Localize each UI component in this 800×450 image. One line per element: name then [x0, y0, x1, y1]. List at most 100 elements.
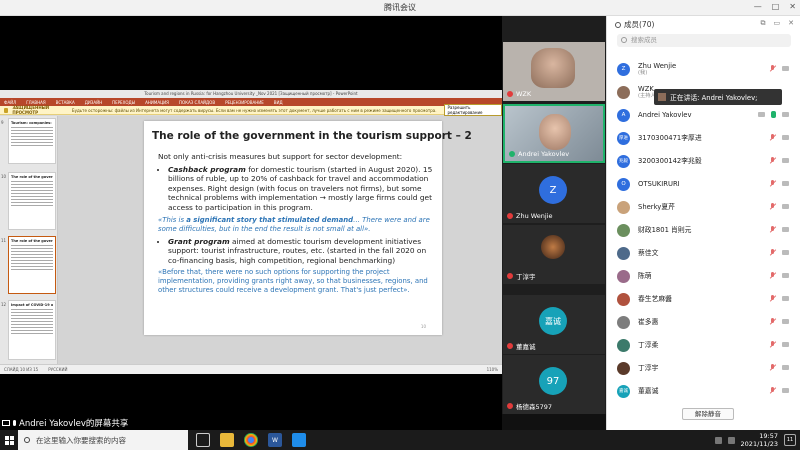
- speaking-text: 正在讲话: Andrei Yakovlev;: [670, 94, 758, 102]
- panel-controls: ⧉ ▭ ✕: [761, 19, 795, 28]
- ppt-tab[interactable]: АНИМАЦИЯ: [145, 100, 169, 105]
- clock-time: 19:57: [759, 432, 778, 440]
- member-row[interactable]: O OTSUKIRURI: [617, 174, 793, 194]
- mic-muted-icon[interactable]: [769, 272, 776, 279]
- notification-center-icon[interactable]: 11: [784, 434, 796, 446]
- camera-icon[interactable]: [758, 112, 765, 117]
- video-icon[interactable]: [782, 112, 789, 117]
- camera-icon[interactable]: [782, 365, 789, 370]
- member-row[interactable]: 春生艺麻醬: [617, 289, 793, 309]
- minimize-button[interactable]: —: [754, 2, 762, 11]
- ppt-tab[interactable]: ПЕРЕХОДЫ: [112, 100, 135, 105]
- mic-muted-icon[interactable]: [769, 134, 776, 141]
- mic-muted-icon[interactable]: [769, 295, 776, 302]
- member-row[interactable]: 厚进 3170300471李厚进: [617, 128, 793, 148]
- taskbar-search-box[interactable]: 在这里输入你要搜索的内容: [18, 430, 188, 450]
- mic-muted-icon: [507, 343, 513, 349]
- word-icon[interactable]: W: [268, 433, 282, 447]
- members-icon: [615, 21, 621, 28]
- video-tile-yang[interactable]: 97 杨德森5797: [503, 355, 605, 414]
- close-panel-icon[interactable]: ✕: [788, 19, 794, 28]
- ppt-tab[interactable]: ГЛАВНАЯ: [26, 100, 45, 105]
- mic-on-icon[interactable]: [771, 111, 776, 118]
- camera-icon[interactable]: [782, 273, 789, 278]
- start-button[interactable]: [0, 430, 18, 450]
- enable-editing-button[interactable]: Разрешить редактирование: [444, 104, 502, 116]
- ppt-tab[interactable]: ВИД: [274, 100, 283, 105]
- slide-thumbnail[interactable]: Impact of COVID-19 on Russian tourism in…: [8, 300, 56, 360]
- mic-muted-icon[interactable]: [769, 65, 776, 72]
- mic-muted-icon[interactable]: [769, 157, 776, 164]
- thumbnail-number: 10: [1, 174, 7, 179]
- clock[interactable]: 19:57 2021/11/23: [741, 432, 778, 448]
- camera-icon[interactable]: [782, 296, 789, 301]
- slide-thumbnail[interactable]: Tourism: companies: what is in: [8, 118, 56, 164]
- network-icon[interactable]: [714, 436, 722, 444]
- file-explorer-icon[interactable]: [220, 433, 234, 447]
- ppt-tab[interactable]: ФАЙЛ: [4, 100, 16, 105]
- member-row[interactable]: Z Zhu Wenjie (我): [617, 59, 793, 79]
- video-tile-ding[interactable]: 丁淳宇: [503, 225, 605, 284]
- participant-video: [531, 48, 575, 88]
- maximize-button[interactable]: □: [772, 2, 780, 11]
- ppt-tab[interactable]: ДИЗАЙН: [85, 100, 102, 105]
- member-row[interactable]: 崔多惠: [617, 312, 793, 332]
- member-row[interactable]: Sherky夏芹: [617, 197, 793, 217]
- slide-thumbnail[interactable]: The role of the government in the touris…: [8, 172, 56, 230]
- video-tile-wzk[interactable]: WZK: [503, 42, 605, 101]
- mic-muted-icon[interactable]: [769, 341, 776, 348]
- close-button[interactable]: ✕: [789, 2, 796, 11]
- camera-icon[interactable]: [782, 204, 789, 209]
- mic-muted-icon[interactable]: [769, 180, 776, 187]
- collapse-icon[interactable]: ▭: [774, 19, 781, 28]
- shield-icon: [4, 107, 9, 113]
- member-row[interactable]: 陈萌: [617, 266, 793, 286]
- unmute-all-button[interactable]: 解除静音: [682, 408, 734, 420]
- member-name: Sherky夏芹: [638, 203, 675, 211]
- protected-view-badge: ЗАЩИЩЕННЫЙ ПРОСМОТР: [12, 105, 50, 115]
- mic-muted-icon[interactable]: [769, 249, 776, 256]
- ppt-tab[interactable]: ВСТАВКА: [56, 100, 75, 105]
- volume-icon[interactable]: [727, 436, 735, 444]
- video-tile-dong[interactable]: 嘉诚 董嘉诚: [503, 295, 605, 354]
- tencent-meeting-icon[interactable]: [292, 433, 306, 447]
- camera-icon[interactable]: [782, 158, 789, 163]
- camera-icon[interactable]: [782, 181, 789, 186]
- member-row[interactable]: 蔡佳文: [617, 243, 793, 263]
- ppt-tab[interactable]: РЕЦЕНЗИРОВАНИЕ: [225, 100, 264, 105]
- camera-icon[interactable]: [782, 66, 789, 71]
- camera-icon[interactable]: [782, 342, 789, 347]
- thumbnail-number: 12: [1, 302, 7, 307]
- camera-icon[interactable]: [782, 388, 789, 393]
- camera-icon[interactable]: [782, 319, 789, 324]
- video-tile-zhu[interactable]: Z Zhu Wenjie: [503, 164, 605, 223]
- mic-muted-icon[interactable]: [769, 318, 776, 325]
- member-row[interactable]: 兆毅 3200300142李兆毅: [617, 151, 793, 171]
- avatar: [617, 315, 630, 329]
- clock-date: 2021/11/23: [740, 440, 778, 448]
- member-row[interactable]: A Andrei Yakovlev: [617, 105, 793, 125]
- speaker-avatar: [658, 93, 666, 101]
- slide-thumbnail-selected[interactable]: The role of the government in the touris…: [8, 236, 56, 294]
- member-row[interactable]: 财政1801 肖則元: [617, 220, 793, 240]
- zoom-level[interactable]: 110%: [487, 367, 498, 372]
- mic-muted-icon[interactable]: [769, 226, 776, 233]
- chrome-icon[interactable]: [244, 433, 258, 447]
- camera-icon[interactable]: [782, 135, 789, 140]
- task-view-icon[interactable]: [196, 433, 210, 447]
- camera-icon[interactable]: [782, 227, 789, 232]
- mic-muted-icon[interactable]: [769, 203, 776, 210]
- member-row[interactable]: 丁淳宇: [617, 358, 793, 378]
- mic-muted-icon[interactable]: [769, 387, 776, 394]
- mic-muted-icon[interactable]: [769, 364, 776, 371]
- member-row[interactable]: 嘉诚 董嘉诚: [617, 381, 793, 401]
- member-search-input[interactable]: 搜索成员: [617, 34, 791, 47]
- video-tile-andrei[interactable]: Andrei Yakovlev: [503, 104, 605, 163]
- member-row[interactable]: 丁淳柔: [617, 335, 793, 355]
- member-panel-header: 成员(70): [615, 19, 654, 30]
- popout-icon[interactable]: ⧉: [761, 19, 766, 28]
- camera-icon[interactable]: [782, 250, 789, 255]
- taskbar-apps: W: [196, 433, 306, 447]
- ppt-tab[interactable]: ПОКАЗ СЛАЙДОВ: [179, 100, 215, 105]
- avatar: O: [617, 177, 630, 191]
